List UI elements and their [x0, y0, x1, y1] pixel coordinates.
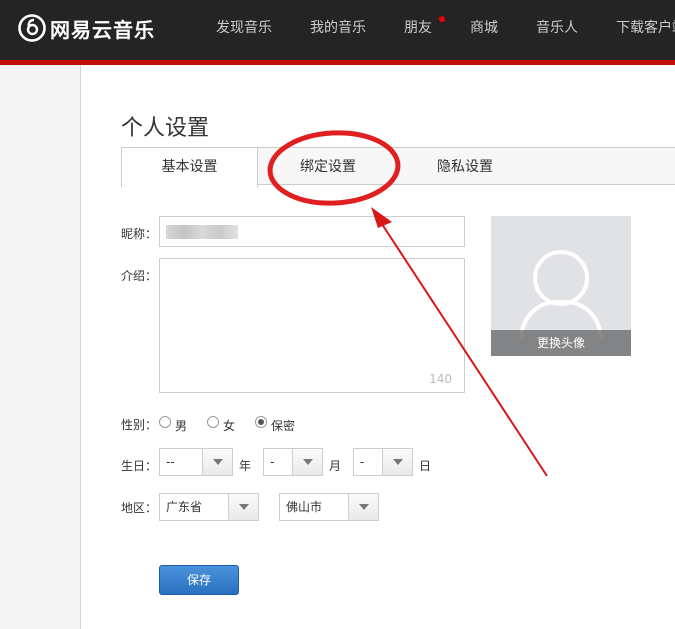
birth-month-select[interactable]: -	[263, 448, 323, 476]
intro-label: 介绍：	[121, 269, 158, 283]
gender-female-label: 女	[223, 419, 236, 433]
chevron-down-icon	[292, 449, 322, 475]
birth-year-value: --	[166, 455, 175, 469]
region-label: 地区：	[121, 501, 158, 515]
chevron-down-icon	[348, 494, 378, 520]
year-unit: 年	[239, 459, 252, 473]
province-select[interactable]: 广东省	[159, 493, 259, 521]
netease-music-logo-icon	[18, 14, 46, 42]
nav-friends[interactable]: 朋友	[404, 0, 432, 60]
save-button[interactable]: 保存	[159, 565, 239, 595]
gender-secret-radio[interactable]	[255, 416, 267, 428]
month-unit: 月	[329, 459, 342, 473]
gender-male-radio[interactable]	[159, 416, 171, 428]
birthday-label: 生日：	[121, 459, 158, 473]
birth-day-select[interactable]: -	[353, 448, 413, 476]
gender-label: 性别：	[121, 418, 158, 432]
tab-binding-settings[interactable]: 绑定设置	[266, 148, 390, 186]
nav-download-client[interactable]: 下载客户端	[616, 0, 675, 60]
gender-secret-label: 保密	[271, 419, 296, 433]
gender-female-radio[interactable]	[207, 416, 219, 428]
logo[interactable]: 网易云音乐	[18, 13, 155, 43]
brand-name: 网易云音乐	[50, 17, 155, 42]
notification-dot	[439, 16, 445, 22]
intro-textarea[interactable]: 140	[159, 258, 465, 393]
birth-day-value: -	[360, 455, 365, 469]
nav-mall[interactable]: 商城	[470, 0, 498, 60]
city-select[interactable]: 佛山市	[279, 493, 379, 521]
nickname-label: 昵称：	[121, 227, 158, 241]
birth-month-value: -	[270, 455, 275, 469]
top-nav-bar: 网易云音乐 发现音乐 我的音乐 朋友 商城 音乐人 下载客户端	[0, 0, 675, 60]
blurred-nickname	[166, 225, 238, 239]
avatar[interactable]: 更换头像	[491, 216, 631, 356]
settings-tabs: 基本设置 绑定设置 隐私设置	[121, 147, 675, 187]
nav-discover-music[interactable]: 发现音乐	[216, 0, 272, 60]
nav-musician[interactable]: 音乐人	[536, 0, 578, 60]
province-value: 广东省	[166, 500, 203, 514]
chevron-down-icon	[202, 449, 232, 475]
day-unit: 日	[419, 459, 432, 473]
intro-char-counter: 140	[429, 372, 452, 386]
change-avatar-button[interactable]: 更换头像	[491, 330, 631, 356]
gender-male-label: 男	[175, 419, 188, 433]
page-title: 个人设置	[121, 116, 210, 141]
nav-my-music[interactable]: 我的音乐	[310, 0, 366, 60]
city-value: 佛山市	[286, 500, 323, 514]
tab-privacy-settings[interactable]: 隐私设置	[403, 148, 527, 186]
chevron-down-icon	[228, 494, 258, 520]
tab-basic-settings[interactable]: 基本设置	[121, 148, 258, 187]
nickname-input[interactable]	[159, 216, 465, 247]
page-background	[0, 65, 80, 629]
chevron-down-icon	[382, 449, 412, 475]
birth-year-select[interactable]: --	[159, 448, 233, 476]
